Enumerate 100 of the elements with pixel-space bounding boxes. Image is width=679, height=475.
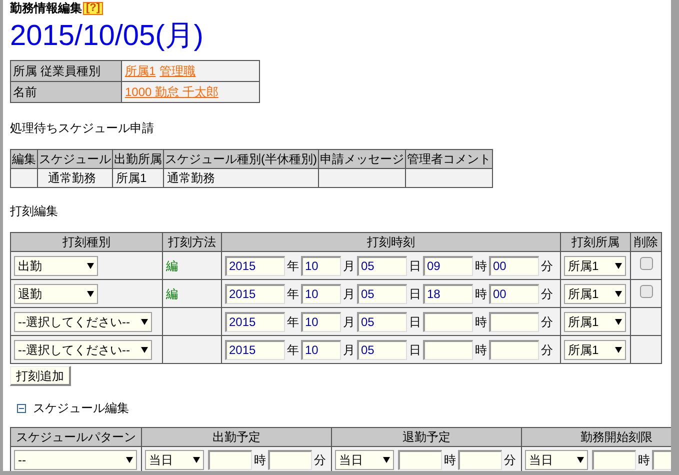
unit-label: 時 xyxy=(254,452,266,469)
input-field[interactable]: 05 xyxy=(357,340,407,360)
section-title: 処理待ちスケジュール申請 xyxy=(10,120,155,137)
input-field[interactable]: 2015 xyxy=(225,312,285,332)
delete-checkbox[interactable] xyxy=(640,284,652,298)
input-field[interactable]: 10 xyxy=(301,256,341,276)
column-header: 打刻方法 xyxy=(162,232,222,252)
dropdown-arrow-icon xyxy=(615,346,622,352)
column-header: 出勤予定 xyxy=(142,428,332,446)
column-header: 申請メッセージ xyxy=(318,150,406,168)
input-field[interactable] xyxy=(208,450,252,470)
dropdown-arrow-icon xyxy=(141,346,148,352)
collapse-icon[interactable] xyxy=(17,404,26,412)
input-field[interactable]: 10 xyxy=(301,312,341,332)
location-select[interactable]: 所属1 xyxy=(564,340,626,360)
column-header: スケジュール xyxy=(38,150,112,168)
input-field[interactable]: 05 xyxy=(357,256,407,276)
unit-label: 月 xyxy=(343,258,355,274)
dropdown-arrow-icon xyxy=(383,457,390,463)
input-field[interactable] xyxy=(458,450,502,470)
dropdown-arrow-icon xyxy=(141,318,148,324)
info-label: 名前 xyxy=(10,82,122,102)
unit-label: 月 xyxy=(343,286,355,302)
unit-label: 時 xyxy=(475,342,487,358)
stamp-type-select[interactable]: 出勤 xyxy=(14,256,98,276)
unit-label: 分 xyxy=(541,286,553,302)
input-field[interactable]: 00 xyxy=(489,284,539,304)
edit-method-link[interactable]: 編 xyxy=(166,286,178,300)
table-cell: 通常勤務 xyxy=(38,168,112,188)
input-field[interactable] xyxy=(489,312,539,332)
input-field[interactable]: 2015 xyxy=(225,340,285,360)
dropdown-arrow-icon xyxy=(193,457,200,463)
input-field[interactable] xyxy=(268,450,312,470)
unit-label: 日 xyxy=(409,314,421,330)
input-field[interactable]: 09 xyxy=(423,256,473,276)
input-field[interactable]: 00 xyxy=(489,256,539,276)
column-header: 打刻種別 xyxy=(10,232,162,252)
table-cell: 通常勤務 xyxy=(164,168,318,188)
location-select[interactable]: 所属1 xyxy=(564,256,626,276)
dropdown-arrow-icon xyxy=(87,290,94,296)
column-header: 管理者コメント xyxy=(406,150,492,168)
delete-checkbox[interactable] xyxy=(640,256,652,270)
help-button[interactable]: [?] xyxy=(83,2,104,14)
dropdown-arrow-icon xyxy=(87,262,94,268)
column-header: 勤務開始刻限 xyxy=(522,428,671,446)
input-field[interactable]: 10 xyxy=(301,340,341,360)
stamp-type-select[interactable]: --選択してください-- xyxy=(14,312,152,332)
column-header: スケジュール種別(半休種別) xyxy=(164,150,318,168)
column-header: 編集 xyxy=(10,150,38,168)
input-field[interactable]: 18 xyxy=(423,284,473,304)
column-header: スケジュールパターン xyxy=(10,428,142,446)
unit-label: 日 xyxy=(409,342,421,358)
input-field[interactable]: 2015 xyxy=(225,256,285,276)
unit-label: 時 xyxy=(475,314,487,330)
input-field[interactable]: 10 xyxy=(301,284,341,304)
unit-label: 年 xyxy=(287,258,299,274)
unit-label: 日 xyxy=(409,286,421,302)
unit-label: 月 xyxy=(343,342,355,358)
dropdown-arrow-icon xyxy=(615,318,622,324)
date-heading: 2015/10/05(月) xyxy=(10,19,204,54)
section-title: スケジュール編集 xyxy=(33,400,129,417)
unit-label: 年 xyxy=(287,342,299,358)
input-field[interactable]: 05 xyxy=(357,284,407,304)
unit-label: 時 xyxy=(475,258,487,274)
day-select[interactable]: 当日 xyxy=(335,450,394,470)
input-field[interactable] xyxy=(592,450,636,470)
input-field[interactable] xyxy=(423,312,473,332)
input-field[interactable] xyxy=(398,450,442,470)
dropdown-arrow-icon xyxy=(577,457,584,463)
table-cell: 所属1 xyxy=(112,168,164,188)
column-header: 出勤所属 xyxy=(112,150,164,168)
page-title: 勤務情報編集 xyxy=(10,0,82,17)
stamp-type-select[interactable]: 退勤 xyxy=(14,284,98,304)
day-select[interactable]: 当日 xyxy=(525,450,588,470)
dropdown-arrow-icon xyxy=(615,262,622,268)
add-stamp-button[interactable]: 打刻追加 xyxy=(10,366,71,386)
dropdown-arrow-icon xyxy=(615,290,622,296)
input-field[interactable]: 05 xyxy=(357,312,407,332)
column-header: 打刻時刻 xyxy=(222,232,560,252)
unit-label: 分 xyxy=(504,452,516,469)
unit-label: 分 xyxy=(314,452,326,469)
column-header: 削除 xyxy=(630,232,662,252)
location-select[interactable]: 所属1 xyxy=(564,312,626,332)
input-field[interactable] xyxy=(489,340,539,360)
unit-label: 月 xyxy=(343,314,355,330)
location-select[interactable]: 所属1 xyxy=(564,284,626,304)
input-field[interactable]: 2015 xyxy=(225,284,285,304)
unit-label: 年 xyxy=(287,314,299,330)
info-label: 所属 従業員種別 xyxy=(10,60,122,82)
input-field[interactable] xyxy=(423,340,473,360)
day-select[interactable]: 当日 xyxy=(145,450,204,470)
unit-label: 分 xyxy=(541,314,553,330)
column-header: 打刻所属 xyxy=(560,232,630,252)
unit-label: 分 xyxy=(541,342,553,358)
unit-label: 日 xyxy=(409,258,421,274)
stamp-type-select[interactable]: --選択してください-- xyxy=(14,340,152,360)
edit-method-link[interactable]: 編 xyxy=(166,258,178,272)
dropdown-arrow-icon xyxy=(126,457,133,463)
schedule-pattern-select[interactable]: -- xyxy=(14,450,137,470)
unit-label: 時 xyxy=(475,286,487,302)
